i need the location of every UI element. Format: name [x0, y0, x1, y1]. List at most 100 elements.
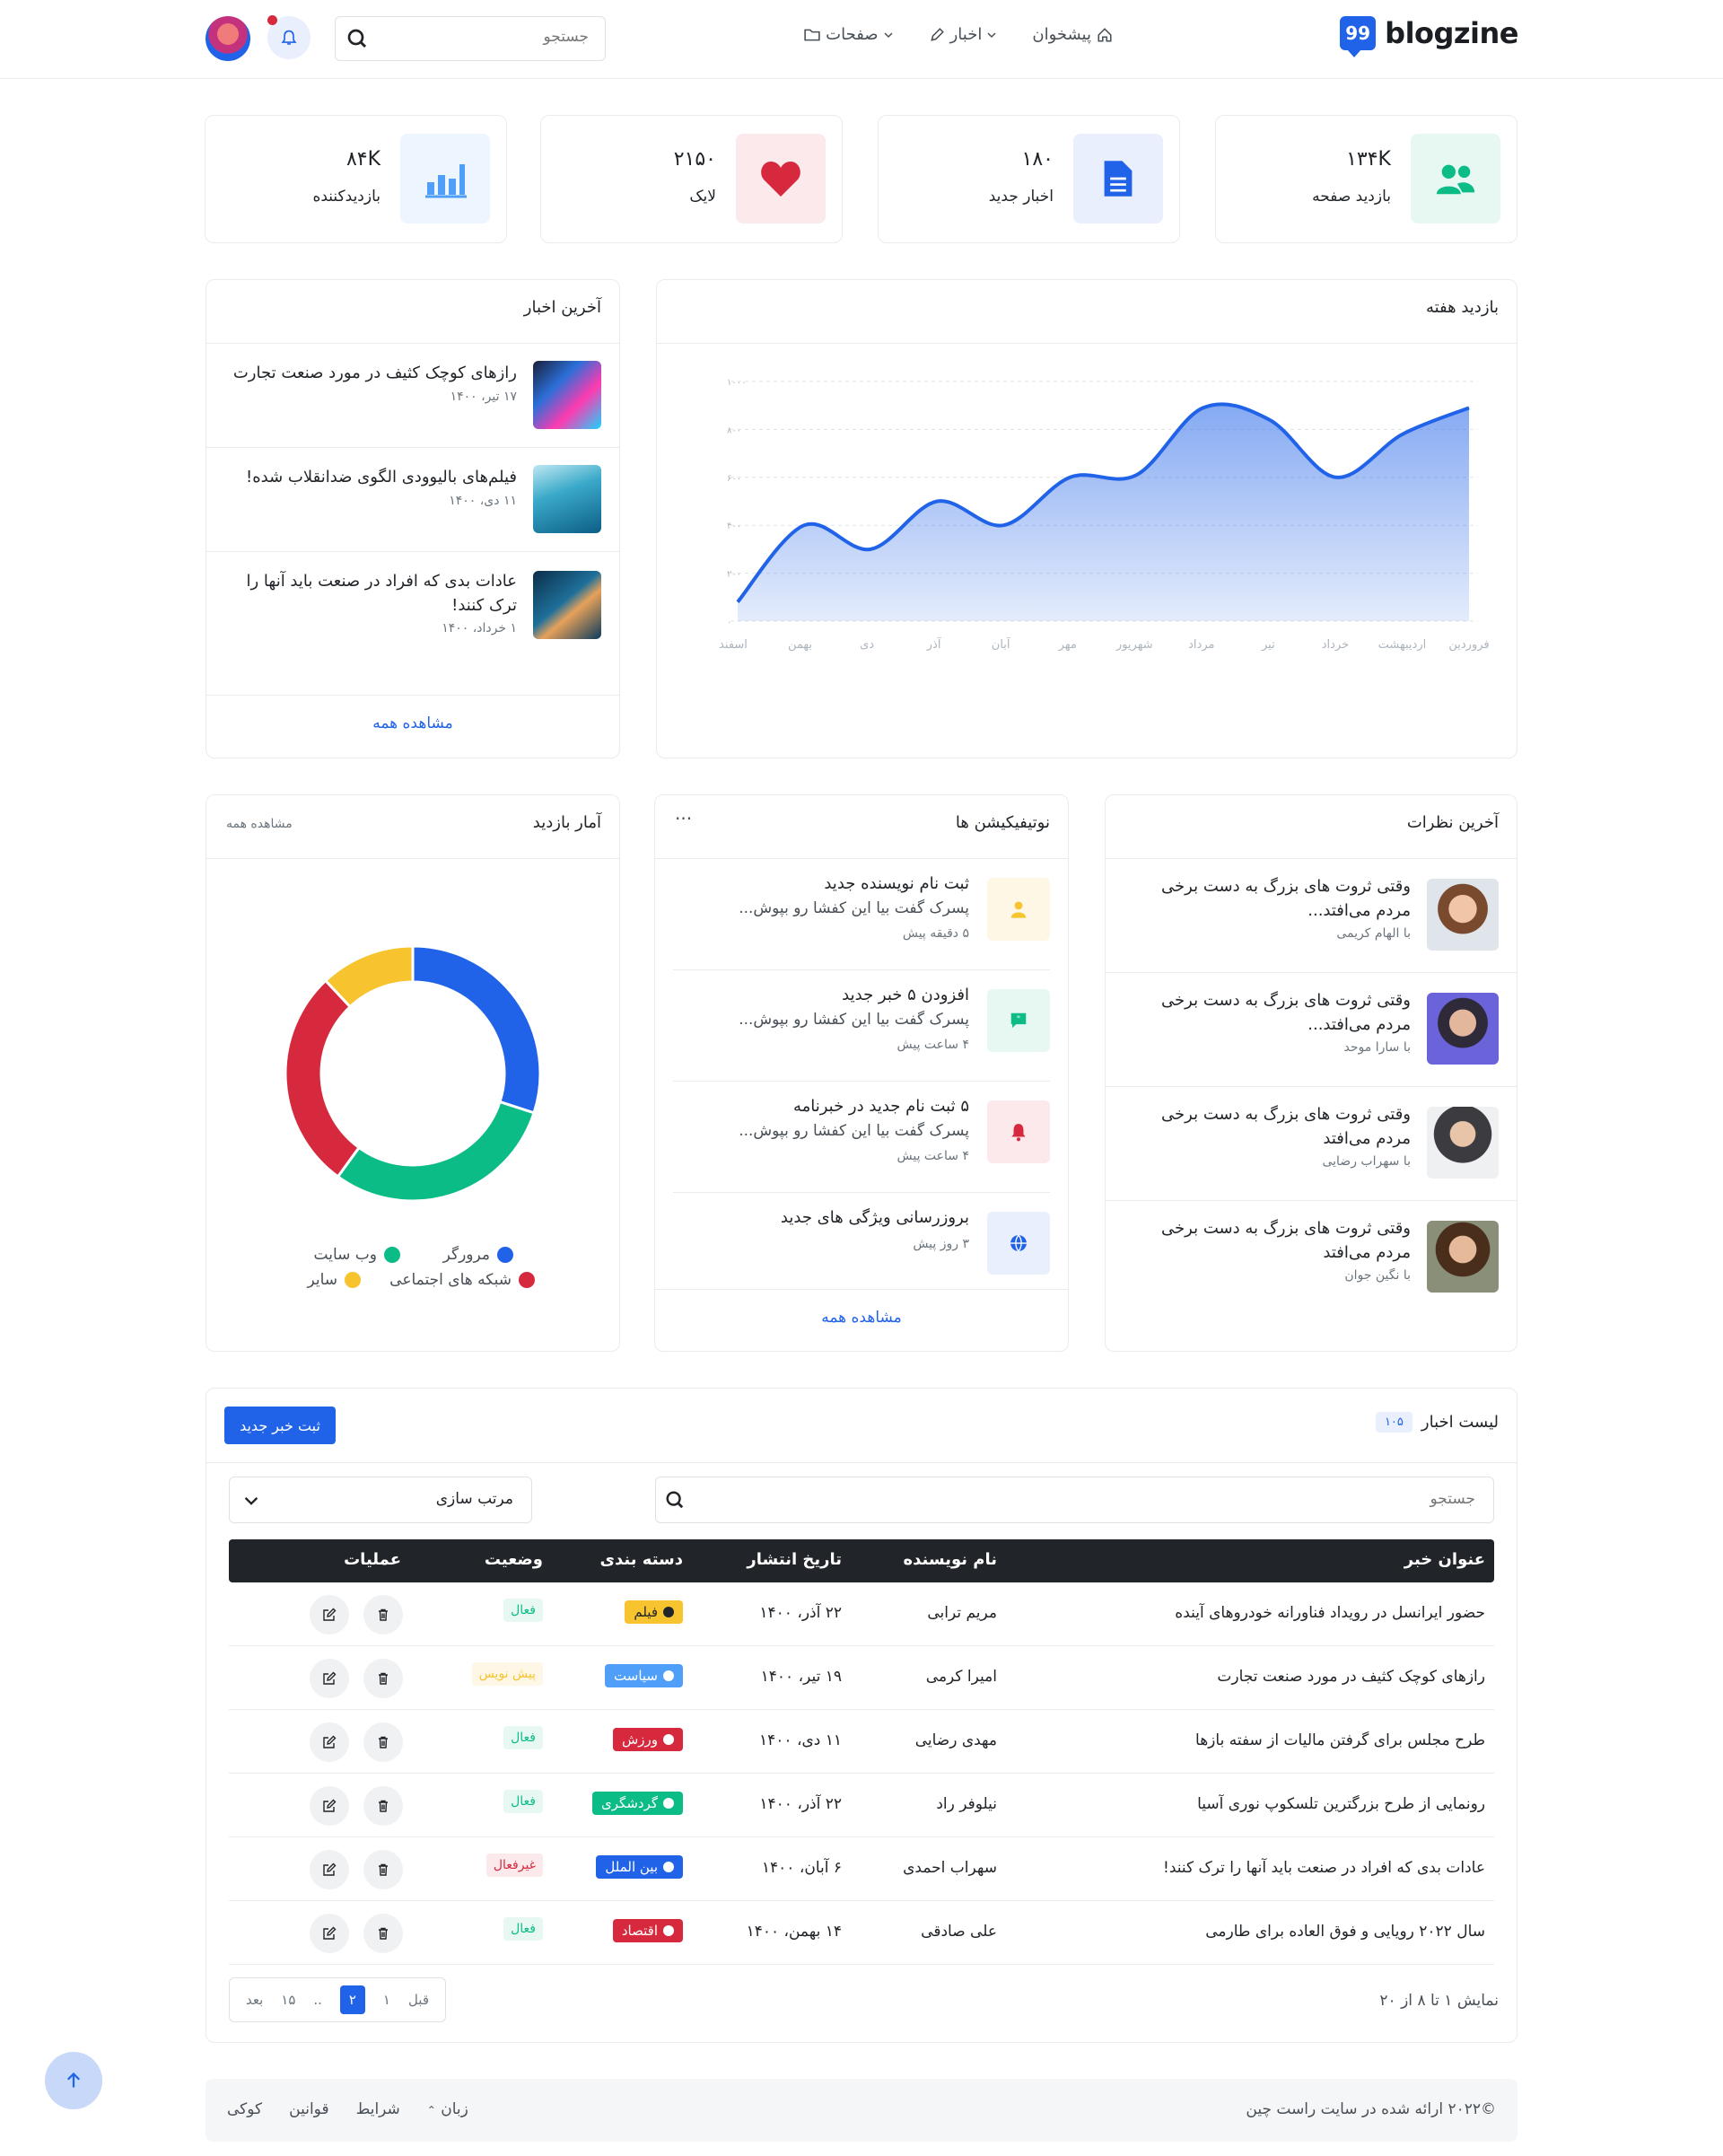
- table-search-input[interactable]: [757, 1490, 1475, 1508]
- delete-button[interactable]: [363, 1659, 403, 1698]
- delete-button[interactable]: [363, 1595, 403, 1635]
- pagination-page[interactable]: ۱: [383, 1992, 390, 2008]
- news-thumbnail: [533, 361, 601, 429]
- column-header[interactable]: دسته بندی: [600, 1550, 683, 1569]
- edit-icon: [323, 1862, 337, 1876]
- news-title-cell[interactable]: حضور ایرانسل در رویداد فناورانه خودروهای…: [1175, 1604, 1485, 1622]
- news-thumbnail: [533, 465, 601, 533]
- search-icon[interactable]: [346, 28, 368, 49]
- news-item[interactable]: فیلم‌های بالیوودی الگوی ضدانقلاب شده! ۱۱…: [206, 447, 619, 551]
- column-header[interactable]: تاریخ انتشار: [747, 1550, 842, 1569]
- delete-button[interactable]: [363, 1722, 403, 1762]
- column-header[interactable]: عملیات: [344, 1550, 401, 1569]
- edit-icon: [323, 1926, 337, 1940]
- header-search: [335, 16, 606, 61]
- footer-link-language[interactable]: زبان ⌃: [427, 2100, 468, 2118]
- sort-select[interactable]: مرتب سازی: [229, 1477, 532, 1523]
- comment-text: وقتی ثروت های بزرگ به دست برخی مردم می‌ا…: [1161, 991, 1411, 1034]
- nav-item-news[interactable]: اخبار: [929, 25, 997, 44]
- area-fill: [738, 404, 1469, 621]
- nav-item-pages[interactable]: صفحات: [804, 25, 893, 44]
- more-options-icon[interactable]: ···: [675, 808, 692, 829]
- view-all-link[interactable]: مشاهده همه: [226, 817, 293, 831]
- news-title: عادات بدی که افراد در صنعت باید آنها را …: [246, 572, 518, 615]
- weekly-visits-chart: ۰ ۲۰۰ ۴۰۰ ۶۰۰ ۸۰۰ ۱۰۰۰ اسفند بهمن دی آذر آبان مهر شه…: [719, 378, 1490, 652]
- trash-icon: [379, 1672, 388, 1685]
- edit-button[interactable]: [310, 1786, 349, 1826]
- footer-link-cookies[interactable]: کوکی: [227, 2100, 262, 2118]
- edit-button[interactable]: [310, 1595, 349, 1635]
- news-title: فیلم‌های بالیوودی الگوی ضدانقلاب شده!: [246, 468, 517, 486]
- delete-button[interactable]: [363, 1914, 403, 1953]
- divider: [206, 858, 619, 859]
- home-icon: [1098, 27, 1112, 42]
- stat-icon-box: [1073, 134, 1163, 223]
- edit-button[interactable]: [310, 1659, 349, 1698]
- news-title-cell[interactable]: عادات بدی که افراد در صنعت باید آنها را …: [1163, 1859, 1485, 1877]
- comment-author: با نگین جوان: [1344, 1268, 1411, 1283]
- news-item[interactable]: عادات بدی که افراد در صنعت باید آنها را …: [206, 551, 619, 695]
- pencil-icon: [930, 27, 944, 41]
- stat-label: بازدیدکننده: [312, 188, 380, 206]
- card-title: آخرین اخبار: [523, 298, 601, 317]
- date-cell: ۱۱ دی، ۱۴۰۰: [759, 1731, 842, 1749]
- table-row: حضور ایرانسل در رویداد فناورانه خودروهای…: [229, 1582, 1494, 1646]
- back-to-top-button[interactable]: [45, 2052, 102, 2109]
- add-news-button[interactable]: ثبت خبر جدید: [224, 1407, 336, 1444]
- notification-item[interactable]: " افزودن ۵ خبر جدید پسرک گفت بیا این کفش…: [655, 969, 1068, 1081]
- x-tick-label: بهمن: [788, 638, 812, 652]
- edit-button[interactable]: [310, 1850, 349, 1889]
- commenter-avatar: [1427, 879, 1499, 951]
- news-item[interactable]: رازهای کوچک کثیف در مورد صنعت تجارت ۱۷ ت…: [206, 343, 619, 447]
- stat-card-visitors: ۸۴K بازدیدکننده: [205, 115, 507, 243]
- divider: [655, 1289, 1068, 1290]
- comment-item[interactable]: وقتی ثروت های بزرگ به دست برخی مردم می‌ا…: [1106, 1200, 1517, 1314]
- view-all-link[interactable]: مشاهده همه: [206, 714, 619, 732]
- news-title-cell[interactable]: طرح مجلس برای گرفتن مالیات از سفته بازها: [1195, 1731, 1485, 1749]
- chevron-up-icon: ⌃: [426, 2104, 436, 2117]
- stat-value: ۸۴K: [345, 148, 380, 171]
- search-input[interactable]: [391, 28, 589, 46]
- stat-icon-box: [1411, 134, 1500, 223]
- comment-item[interactable]: وقتی ثروت های بزرگ به دست برخی مردم می‌ا…: [1106, 858, 1517, 972]
- author-cell: علی صادقی: [921, 1923, 997, 1941]
- trash-icon: [379, 1736, 388, 1748]
- category-badge: فیلم: [625, 1600, 683, 1624]
- pagination-prev[interactable]: قبل: [408, 1992, 429, 2008]
- column-header[interactable]: نام نویسنده: [904, 1550, 997, 1569]
- delete-button[interactable]: [363, 1850, 403, 1889]
- comment-item[interactable]: وقتی ثروت های بزرگ به دست برخی مردم می‌ا…: [1106, 1086, 1517, 1200]
- notification-item[interactable]: ثبت نام نویسنده جدید پسرک گفت بیا این کف…: [655, 858, 1068, 969]
- category-badge: اقتصاد: [612, 1919, 683, 1942]
- column-header[interactable]: وضعیت: [485, 1550, 543, 1569]
- notification-item[interactable]: ۵ ثبت نام جدید در خبرنامه پسرک گفت بیا ا…: [655, 1081, 1068, 1192]
- author-cell: مهدی رضایی: [914, 1731, 997, 1749]
- news-title-cell[interactable]: سال ۲۰۲۲ رویایی و فوق العاده برای طارمی: [1205, 1923, 1485, 1941]
- delete-button[interactable]: [363, 1786, 403, 1826]
- footer-link-rules[interactable]: قوانین: [289, 2100, 328, 2118]
- edit-button[interactable]: [310, 1914, 349, 1953]
- comment-item[interactable]: وقتی ثروت های بزرگ به دست برخی مردم می‌ا…: [1106, 972, 1517, 1086]
- pagination-page[interactable]: ۱۵: [281, 1992, 295, 2008]
- news-title-cell[interactable]: رازهای کوچک کثیف در مورد صنعت تجارت: [1217, 1668, 1485, 1686]
- status-badge: پیش نویس: [471, 1662, 543, 1686]
- pagination-page-active[interactable]: ۲: [339, 1985, 365, 2014]
- stat-label: بازدید صفحه: [1312, 188, 1391, 206]
- news-title-cell[interactable]: رونمایی از طرح بزرگترین تلسکوپ نوری آسیا: [1197, 1795, 1485, 1813]
- search-icon[interactable]: [665, 1490, 685, 1510]
- user-avatar[interactable]: [206, 16, 250, 61]
- view-all-link[interactable]: مشاهده همه: [655, 1309, 1068, 1327]
- edit-button[interactable]: [310, 1722, 349, 1762]
- footer-link-terms[interactable]: شرایط: [356, 2100, 400, 2118]
- legend-dot: [345, 1272, 361, 1288]
- brand-logo[interactable]: 99 blogzine: [1340, 16, 1518, 57]
- globe-icon: [1010, 1234, 1027, 1252]
- column-header[interactable]: عنوان خبر: [1404, 1550, 1485, 1569]
- notification-time: ۴ ساعت پیش: [896, 1149, 970, 1163]
- notification-time: ۳ روز پیش: [913, 1237, 969, 1251]
- category-badge: بین الملل: [596, 1855, 683, 1879]
- nav-item-dashboard[interactable]: پیشخوان: [1032, 25, 1113, 44]
- visit-stats-card: آمار بازدید مشاهده همه مرورگر وب سایت شب…: [206, 794, 620, 1352]
- notification-item[interactable]: بروزرسانی ویژگی های جدید ۳ روز پیش: [655, 1192, 1068, 1291]
- pagination-next[interactable]: بعد: [246, 1992, 263, 2008]
